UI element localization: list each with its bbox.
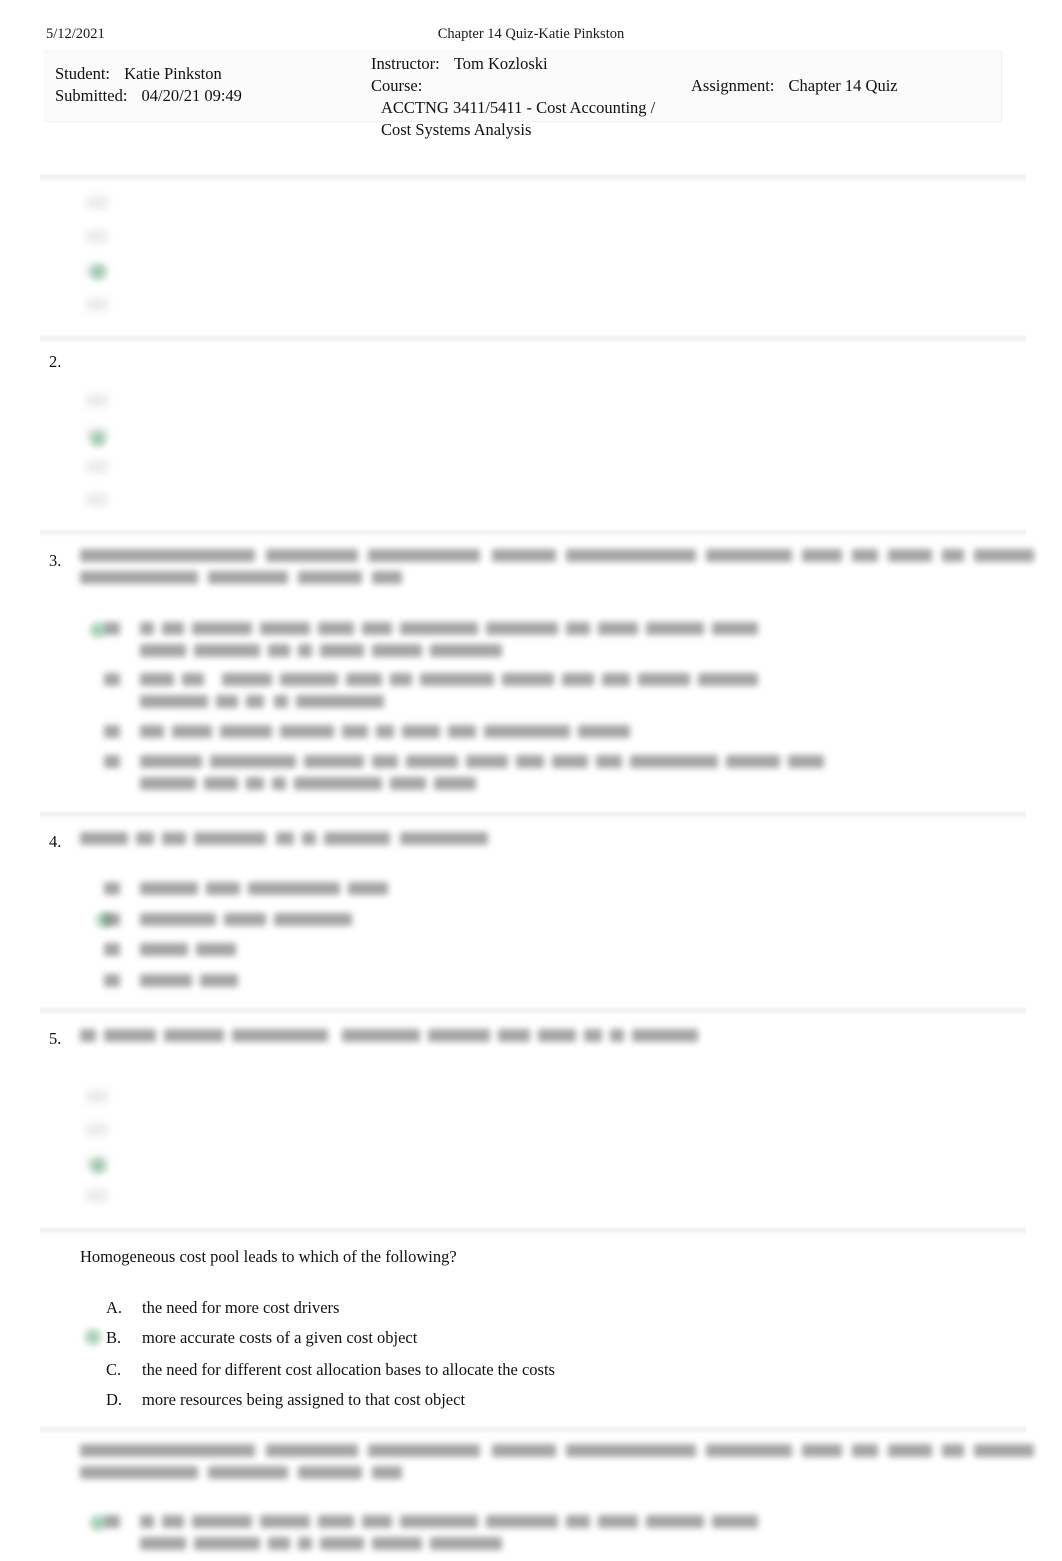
- question-6-option-a-letter: A.: [106, 1298, 123, 1317]
- document-title: Chapter 14 Quiz-Katie Pinkston: [437, 26, 625, 42]
- course-info-column: Instructor: Tom Kozloski Course: ACCTNG …: [371, 53, 661, 141]
- student-row: Student: Katie Pinkston: [55, 63, 375, 85]
- question-6-option-c-text: the need for different cost allocation b…: [142, 1360, 555, 1379]
- question-divider-5: [40, 1006, 1026, 1015]
- question-6-option-b-letter: B.: [106, 1328, 122, 1347]
- course-value: ACCTNG 3411/5411 - Cost Accounting / Cos…: [381, 98, 656, 139]
- question-4-option-a: [104, 882, 434, 898]
- question-5-selected-mark: [87, 1155, 109, 1177]
- student-label: Student:: [55, 64, 111, 83]
- question-4-stem: [80, 832, 640, 848]
- question-4-option-d: [104, 974, 434, 990]
- page-running-head: 5/12/2021 Chapter 14 Quiz-Katie Pinkston: [0, 24, 1062, 44]
- question-6-stem: Homogeneous cost pool leads to which of …: [80, 1247, 457, 1266]
- question-6-option-d-letter: D.: [106, 1390, 123, 1409]
- submitted-value: 04/20/21 09:49: [141, 86, 242, 105]
- question-3-stem: [80, 549, 1034, 585]
- question-3-number: 3.: [49, 551, 62, 570]
- assignment-label: Assignment:: [691, 76, 775, 95]
- question-2-selected-mark: [87, 428, 109, 450]
- assignment-info-column: Assignment: Chapter 14 Quiz: [691, 75, 991, 97]
- question-6-option-d-text: more resources being assigned to that co…: [142, 1390, 466, 1409]
- question-3-option-b: [104, 673, 864, 709]
- submitted-row: Submitted: 04/20/21 09:49: [55, 85, 375, 107]
- question-divider-7: [40, 1425, 1026, 1434]
- question-6-option-c-letter: C.: [106, 1360, 122, 1379]
- question-4-option-b: [104, 913, 434, 929]
- instructor-label: Instructor:: [371, 54, 440, 73]
- question-7-option-a: [104, 1515, 864, 1551]
- instructor-value: Tom Kozloski: [453, 54, 548, 73]
- question-divider-4: [40, 810, 1026, 819]
- question-5-number: 5.: [49, 1029, 62, 1048]
- question-divider-1: [40, 173, 1026, 182]
- question-5-options-block: [86, 1090, 116, 1210]
- question-6-option-a-text: the need for more cost drivers: [142, 1298, 340, 1317]
- question-4-number: 4.: [49, 832, 62, 851]
- instructor-row: Instructor: Tom Kozloski: [371, 53, 661, 75]
- question-3-option-d: [104, 755, 864, 791]
- question-6-option-b-text: more accurate costs of a given cost obje…: [142, 1328, 418, 1347]
- assignment-row: Assignment: Chapter 14 Quiz: [691, 75, 991, 97]
- question-5-stem: [80, 1029, 700, 1045]
- question-2-block: [86, 394, 116, 514]
- question-divider-3: [40, 528, 1026, 537]
- question-3-option-c: [104, 725, 744, 741]
- question-1-selected-mark: [87, 261, 109, 283]
- question-6-selected-mark: [82, 1326, 104, 1348]
- assignment-value: Chapter 14 Quiz: [788, 76, 898, 95]
- submitted-label: Submitted:: [55, 86, 128, 105]
- question-4-option-c: [104, 943, 434, 959]
- question-7-stem: [80, 1444, 1034, 1480]
- student-value: Katie Pinkston: [124, 64, 222, 83]
- assignment-info-box: Student: Katie Pinkston Submitted: 04/20…: [44, 50, 1002, 139]
- question-3-option-a: [104, 622, 864, 658]
- student-info-column: Student: Katie Pinkston Submitted: 04/20…: [55, 63, 375, 107]
- course-row: Course: ACCTNG 3411/5411 - Cost Accounti…: [371, 75, 661, 141]
- question-2-number: 2.: [49, 352, 62, 371]
- question-divider-2: [40, 334, 1026, 343]
- course-label: Course:: [371, 76, 423, 95]
- question-divider-6: [40, 1226, 1026, 1235]
